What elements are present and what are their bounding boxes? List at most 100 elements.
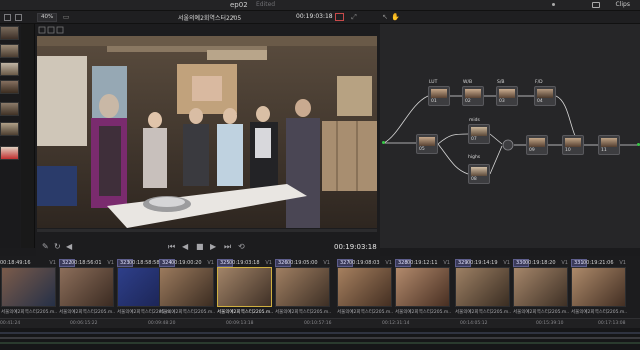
node-number: 04 xyxy=(537,99,543,104)
video-frame[interactable] xyxy=(37,36,377,228)
node-number: 08 xyxy=(471,177,477,182)
node-thumbnail xyxy=(565,138,581,147)
clip-timecode: 00:19:00:20 xyxy=(171,260,202,266)
clip-header: 325 00:19:03:18 V1 xyxy=(216,259,274,267)
clip-track: V1 xyxy=(619,260,626,266)
expand-icon[interactable]: ⤢ xyxy=(350,13,358,21)
node-09[interactable]: 09 xyxy=(526,135,548,155)
play-icon[interactable]: ▶ xyxy=(210,242,216,251)
clip-timecode: 00:19:12:11 xyxy=(407,260,438,266)
node-thumbnail xyxy=(471,127,487,136)
viewer-options-icon[interactable] xyxy=(38,26,68,34)
viewer-scrub-bar[interactable] xyxy=(37,229,377,232)
clip-name: 서울의예2회역스터2205.m... xyxy=(159,310,215,315)
node-thumbnail xyxy=(465,89,481,98)
ruler-tick: 00:41:24 xyxy=(0,321,21,326)
node-11[interactable]: 11 xyxy=(598,135,620,155)
grid-view-icon[interactable] xyxy=(15,14,22,21)
node-05[interactable]: 05 xyxy=(416,134,438,154)
node-04[interactable]: 04 xyxy=(534,86,556,106)
node-02[interactable]: 02 xyxy=(462,86,484,106)
clip-image xyxy=(337,267,392,307)
gallery-still[interactable] xyxy=(0,122,19,136)
split-screen-icon[interactable]: ▭ xyxy=(62,13,70,21)
chevron-down-icon[interactable]: ▾ xyxy=(230,13,238,21)
clip-thumbnail[interactable]: 329 00:19:14:19 V1 서울의예2회역스터2205.m... xyxy=(454,259,512,317)
node-thumbnail xyxy=(601,138,617,147)
zoom-dropdown[interactable]: 40% xyxy=(37,13,57,22)
node-thumbnail xyxy=(431,89,447,98)
node-thumbnail xyxy=(419,137,435,146)
node-number: 05 xyxy=(419,147,425,152)
ruler-tick: 00:10:57:16 xyxy=(304,321,332,326)
pen-tool-icon[interactable]: ✎ xyxy=(42,242,49,251)
ruler-tick: 00:06:15:22 xyxy=(70,321,98,326)
clip-thumbnail[interactable]: 328 00:19:12:11 V1 서울의예2회역스터2205.m... xyxy=(394,259,452,317)
clip-thumbnail[interactable]: 324 00:19:00:20 V1 서울의예2회역스터2205.m... xyxy=(158,259,216,317)
hand-tool-icon[interactable]: ✋ xyxy=(391,13,400,21)
stop-icon[interactable]: ■ xyxy=(196,242,204,251)
gallery-still[interactable] xyxy=(0,146,19,160)
node-number: 03 xyxy=(499,99,505,104)
clip-header: 322 00:18:56:01 V1 xyxy=(58,259,116,267)
gallery-still[interactable] xyxy=(0,44,19,58)
ruler-tick: 00:15:39:10 xyxy=(536,321,564,326)
node-01[interactable]: 01 xyxy=(428,86,450,106)
node-03[interactable]: 03 xyxy=(496,86,518,106)
video-track[interactable] xyxy=(0,332,640,334)
video-track[interactable] xyxy=(0,337,640,339)
clip-header: 324 00:19:00:20 V1 xyxy=(158,259,216,267)
loop-playback-icon[interactable]: ⟲ xyxy=(238,242,245,251)
node-08[interactable]: 08 xyxy=(468,164,490,184)
reverse-play-icon[interactable]: ◀ xyxy=(182,242,188,251)
gallery-still[interactable] xyxy=(0,62,19,76)
timeline-ruler[interactable]: 00:41:24 00:06:15:22 00:09:48:20 00:09:1… xyxy=(0,318,640,328)
node-07[interactable]: 07 xyxy=(468,124,490,144)
node-10[interactable]: 10 xyxy=(562,135,584,155)
clip-track: V1 xyxy=(207,260,214,266)
node-graph-panel[interactable]: LUT 01 W/B 02 S/B 03 F/D 04 05 mids 07 h… xyxy=(380,24,640,248)
pointer-tool-icon[interactable]: ↖ xyxy=(381,13,389,21)
clip-thumbnail[interactable]: 326 00:19:05:00 V1 서울의예2회역스터2205.m... xyxy=(274,259,332,317)
clip-track: V1 xyxy=(265,260,272,266)
node-number: 11 xyxy=(601,148,607,153)
clip-image xyxy=(1,267,56,307)
gallery-still[interactable] xyxy=(0,80,19,94)
audio-icon[interactable]: ◀︎ xyxy=(66,242,72,251)
clip-track: V1 xyxy=(385,260,392,266)
clips-button[interactable]: Clips xyxy=(616,1,630,8)
clip-timecode: 00:18:56:01 xyxy=(71,260,102,266)
clip-thumbnail[interactable]: 00:18:49:16 V1 서울의예2회역스터2205.m... xyxy=(0,259,58,317)
highlight-icon[interactable] xyxy=(335,13,344,21)
ruler-tick: 00:09:48:20 xyxy=(148,321,176,326)
gallery-toggle-icon[interactable] xyxy=(4,14,11,21)
clip-header: 329 00:19:14:19 V1 xyxy=(454,259,512,267)
clip-thumbnail[interactable]: 322 00:18:56:01 V1 서울의예2회역스터2205.m... xyxy=(58,259,116,317)
source-input-icon[interactable] xyxy=(382,141,385,144)
clip-name: 서울의예2회역스터2205.m... xyxy=(217,310,273,315)
node-thumbnail xyxy=(529,138,545,147)
first-frame-icon[interactable]: ⏮ xyxy=(168,242,175,252)
timeline-tracks[interactable] xyxy=(0,328,640,350)
node-label-highs: highs xyxy=(468,155,481,160)
clip-name: 서울의예2회역스터2205.m... xyxy=(571,310,627,315)
clip-timecode: 00:19:08:03 xyxy=(349,260,380,266)
gallery-still[interactable] xyxy=(0,26,19,40)
clip-thumbnail[interactable]: 331 00:19:21:06 V1 서울의예2회역스터2205.m... xyxy=(570,259,628,317)
clip-thumbnail-active[interactable]: 325 00:19:03:18 V1 서울의예2회역스터2205.m... xyxy=(216,259,274,317)
more-options-icon[interactable] xyxy=(552,3,555,6)
clip-thumbnail[interactable]: 330 00:19:18:20 V1 서울의예2회역스터2205.m... xyxy=(512,259,570,317)
panel-divider xyxy=(21,24,35,248)
audio-track[interactable] xyxy=(0,342,640,344)
clip-header: 331 00:19:21:06 V1 xyxy=(570,259,628,267)
clip-thumbnail[interactable]: 327 00:19:08:03 V1 서울의예2회역스터2205.m... xyxy=(336,259,394,317)
clips-icon[interactable] xyxy=(592,2,600,8)
clip-image xyxy=(217,267,272,307)
gallery-still[interactable] xyxy=(0,102,19,116)
clip-image xyxy=(395,267,450,307)
project-title: ep02 xyxy=(230,1,248,9)
last-frame-icon[interactable]: ⏭ xyxy=(224,242,231,252)
ruler-tick: 00:12:31:14 xyxy=(382,321,410,326)
node-number: 07 xyxy=(471,137,477,142)
loop-icon[interactable]: ↻ xyxy=(54,242,61,251)
